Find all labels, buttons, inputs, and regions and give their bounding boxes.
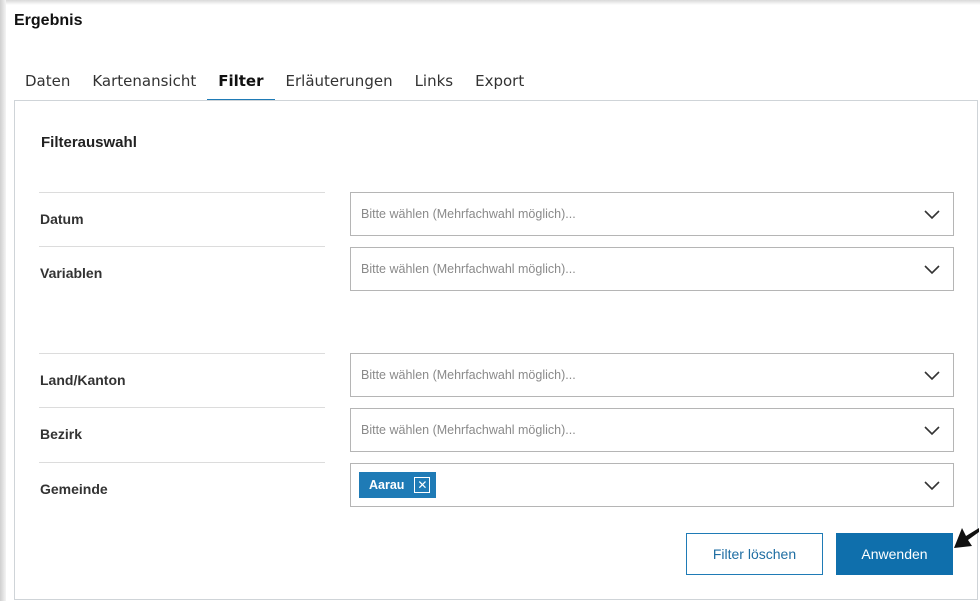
arrow-pointer-icon (954, 528, 979, 548)
close-icon[interactable]: ✕ (414, 477, 431, 493)
bezirk-select[interactable]: Bitte wählen (Mehrfachwahl möglich)... (350, 408, 954, 452)
tab-kartenansicht[interactable]: Kartenansicht (81, 66, 207, 100)
chevron-down-icon (924, 210, 940, 220)
tag-label: Aarau (369, 478, 405, 492)
tab-erlaeuterungen[interactable]: Erläuterungen (275, 66, 404, 100)
field-label-bezirk: Bezirk (39, 407, 325, 459)
selected-tag-aarau: Aarau ✕ (359, 472, 437, 498)
field-label-variablen: Variablen (39, 246, 325, 298)
chevron-down-icon (924, 265, 940, 275)
land-kanton-select[interactable]: Bitte wählen (Mehrfachwahl möglich)... (350, 353, 954, 397)
tab-links[interactable]: Links (404, 66, 465, 100)
chevron-down-icon (924, 371, 940, 381)
tab-bar: Daten Kartenansicht Filter Erläuterungen… (14, 66, 535, 102)
datum-placeholder: Bitte wählen (Mehrfachwahl möglich)... (361, 207, 576, 221)
filter-panel: Filterauswahl Datum Bitte wählen (Mehrfa… (14, 100, 978, 600)
clear-filter-button[interactable]: Filter löschen (686, 533, 823, 575)
window-shadow-top (0, 0, 980, 5)
field-label-land-kanton: Land/Kanton (39, 353, 325, 405)
tab-filter[interactable]: Filter (207, 66, 275, 102)
datum-select[interactable]: Bitte wählen (Mehrfachwahl möglich)... (350, 192, 954, 236)
variablen-select[interactable]: Bitte wählen (Mehrfachwahl möglich)... (350, 247, 954, 291)
field-label-datum: Datum (39, 192, 325, 244)
section-title: Filterauswahl (41, 134, 137, 151)
chevron-down-icon (924, 481, 940, 491)
tab-daten[interactable]: Daten (14, 66, 81, 100)
gemeinde-select[interactable]: Aarau ✕ (350, 463, 954, 507)
land-kanton-placeholder: Bitte wählen (Mehrfachwahl möglich)... (361, 368, 576, 382)
tab-export[interactable]: Export (464, 66, 535, 100)
bezirk-placeholder: Bitte wählen (Mehrfachwahl möglich)... (361, 423, 576, 437)
chevron-down-icon (924, 426, 940, 436)
window-shadow-left (0, 0, 6, 601)
panel-title: Ergebnis (14, 12, 83, 29)
apply-button[interactable]: Anwenden (836, 533, 953, 575)
variablen-placeholder: Bitte wählen (Mehrfachwahl möglich)... (361, 262, 576, 276)
field-label-gemeinde: Gemeinde (39, 462, 325, 514)
